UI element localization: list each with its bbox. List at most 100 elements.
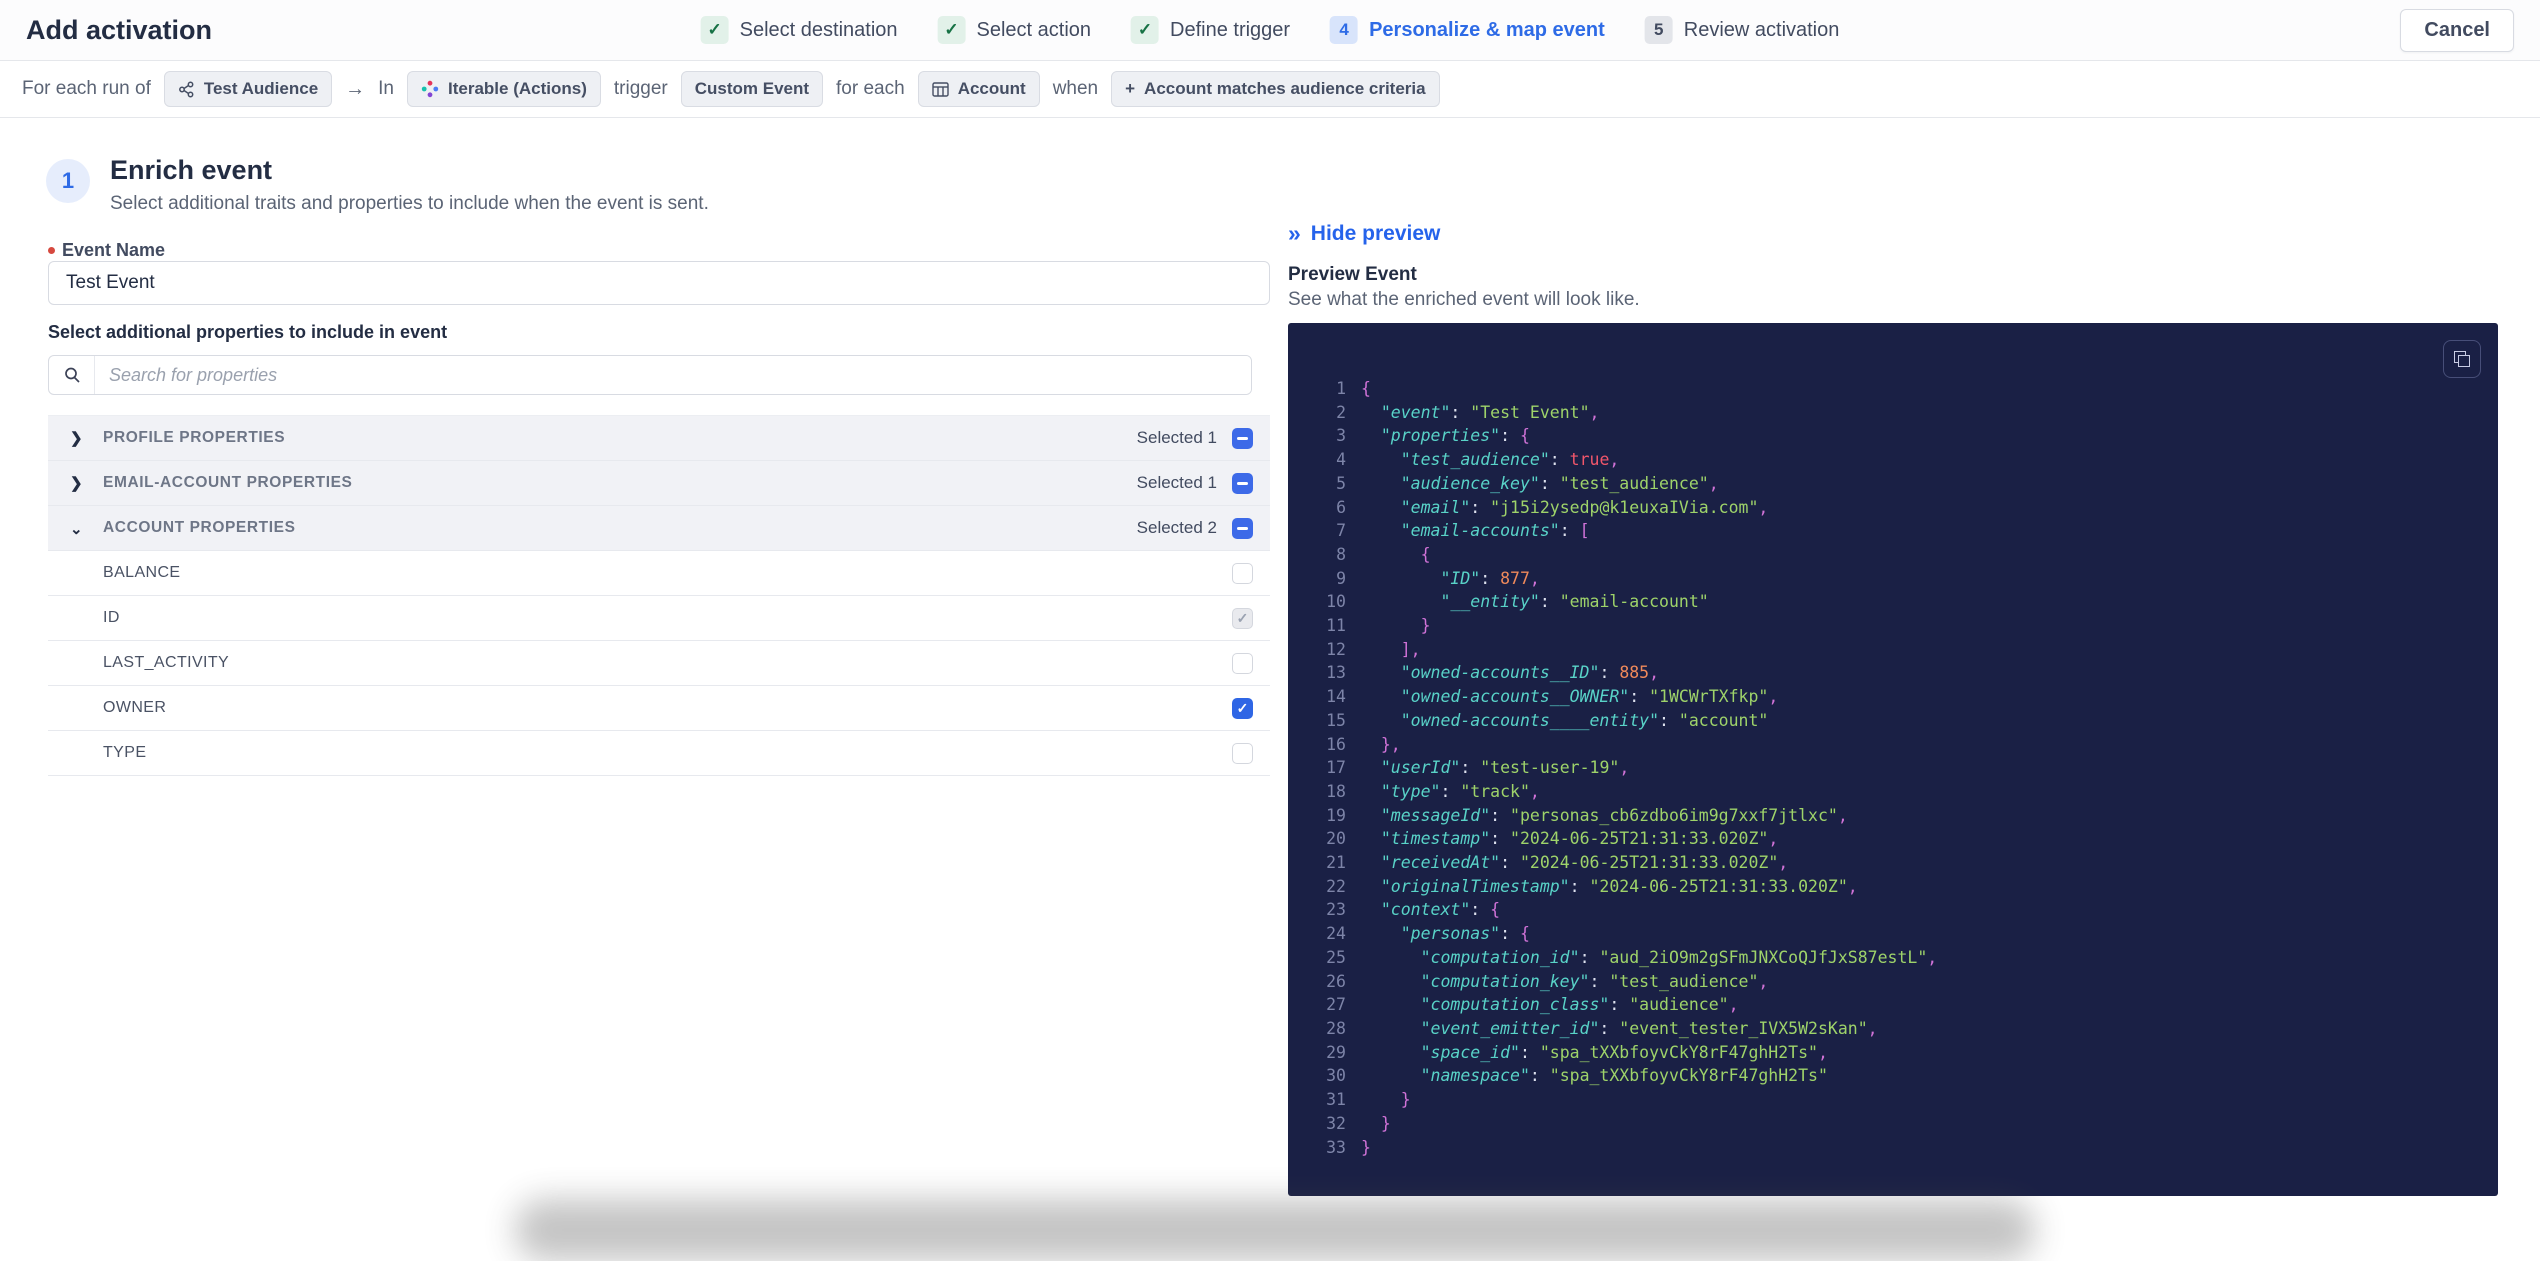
copy-icon — [2454, 351, 2470, 367]
group-label: EMAIL-ACCOUNT PROPERTIES — [103, 474, 353, 492]
event-name-label: Event Name — [48, 240, 165, 261]
code-line: 19 "messageId": "personas_cb6zdbo6im9g7x… — [1310, 804, 2478, 828]
copy-button[interactable] — [2443, 340, 2481, 378]
step-label: Select action — [977, 19, 1092, 42]
code-line: 17 "userId": "test-user-19", — [1310, 756, 2478, 780]
code-line: 6 "email": "j15i2ysedp@k1euxaIVia.com", — [1310, 496, 2478, 520]
search-icon — [49, 356, 95, 394]
check-icon: ✓ — [1131, 16, 1159, 44]
cancel-button[interactable]: Cancel — [2400, 9, 2514, 52]
destination-chip-label: Iterable (Actions) — [448, 79, 587, 99]
code-line: 27 "computation_class": "audience", — [1310, 993, 2478, 1017]
code-line: 4 "test_audience": true, — [1310, 448, 2478, 472]
destination-chip[interactable]: Iterable (Actions) — [407, 71, 601, 107]
code-line: 21 "receivedAt": "2024-06-25T21:31:33.02… — [1310, 851, 2478, 875]
step-label: Review activation — [1684, 19, 1840, 42]
entity-chip[interactable]: Account — [918, 71, 1040, 107]
in-word: In — [378, 78, 394, 100]
event-name-input[interactable] — [48, 261, 1270, 305]
step-number-circle: 1 — [46, 159, 90, 203]
property-checkbox[interactable] — [1232, 743, 1253, 764]
when-word: when — [1053, 78, 1098, 100]
preview-event-subtitle: See what the enriched event will look li… — [1288, 289, 1640, 311]
properties-heading: Select additional properties to include … — [48, 322, 447, 343]
code-line: 32 } — [1310, 1112, 2478, 1136]
event-name-label-text: Event Name — [62, 240, 165, 261]
arrow-icon: → — [345, 78, 365, 101]
group-email-account-properties[interactable]: ❯ EMAIL-ACCOUNT PROPERTIES Selected 1 — [48, 461, 1270, 506]
code-line: 18 "type": "track", — [1310, 780, 2478, 804]
wizard-steps: ✓ Select destination ✓ Select action ✓ D… — [701, 16, 1840, 44]
group-label: PROFILE PROPERTIES — [103, 429, 285, 447]
audience-icon — [178, 81, 195, 98]
code-line: 10 "__entity": "email-account" — [1310, 590, 2478, 614]
bottom-shadow — [515, 1199, 2035, 1261]
event-type-chip-label: Custom Event — [695, 79, 809, 99]
preview-event-title: Preview Event — [1288, 264, 1417, 286]
step-personalize-map-event[interactable]: 4 Personalize & map event — [1330, 16, 1605, 44]
code-line: 13 "owned-accounts__ID": 885, — [1310, 661, 2478, 685]
code-line: 24 "personas": { — [1310, 922, 2478, 946]
criteria-chip-label: Account matches audience criteria — [1144, 79, 1426, 99]
event-type-chip[interactable]: Custom Event — [681, 71, 823, 107]
audience-chip[interactable]: Test Audience — [164, 71, 332, 107]
property-row-balance[interactable]: BALANCE — [48, 551, 1270, 596]
selected-count: Selected 1 — [1137, 428, 1217, 448]
code-line: 30 "namespace": "spa_tXXbfoyvCkY8rF47ghH… — [1310, 1064, 2478, 1088]
step-label: Select destination — [740, 19, 898, 42]
code-line: 7 "email-accounts": [ — [1310, 519, 2478, 543]
code-line: 25 "computation_id": "aud_2iO9m2gSFmJNXC… — [1310, 946, 2478, 970]
enrich-step-header: 1 Enrich event Select additional traits … — [46, 155, 709, 215]
check-icon: ✓ — [938, 16, 966, 44]
group-label: ACCOUNT PROPERTIES — [103, 519, 296, 537]
group-checkbox-indeterminate[interactable] — [1232, 428, 1253, 449]
code-line: 23 "context": { — [1310, 898, 2478, 922]
code-lines: 1{2 "event": "Test Event",3 "properties"… — [1288, 323, 2498, 1159]
step-label: Personalize & map event — [1369, 19, 1605, 42]
check-icon: ✓ — [701, 16, 729, 44]
code-line: 20 "timestamp": "2024-06-25T21:31:33.020… — [1310, 827, 2478, 851]
group-checkbox-indeterminate[interactable] — [1232, 473, 1253, 494]
step-number-badge: 5 — [1645, 16, 1673, 44]
code-line: 22 "originalTimestamp": "2024-06-25T21:3… — [1310, 875, 2478, 899]
criteria-chip[interactable]: + Account matches audience criteria — [1111, 71, 1439, 107]
hide-preview-link[interactable]: » Hide preview — [1288, 220, 1440, 247]
code-line: 12 ], — [1310, 638, 2478, 662]
chevron-down-icon: ⌄ — [70, 520, 90, 538]
property-label: BALANCE — [103, 564, 181, 582]
group-checkbox-indeterminate[interactable] — [1232, 518, 1253, 539]
step-select-destination[interactable]: ✓ Select destination — [701, 16, 898, 44]
code-line: 33} — [1310, 1136, 2478, 1160]
step-select-action[interactable]: ✓ Select action — [938, 16, 1092, 44]
property-row-last-activity[interactable]: LAST_ACTIVITY — [48, 641, 1270, 686]
code-line: 15 "owned-accounts____entity": "account" — [1310, 709, 2478, 733]
iterable-icon — [421, 80, 439, 98]
enrich-title: Enrich event — [110, 155, 709, 186]
group-profile-properties[interactable]: ❯ PROFILE PROPERTIES Selected 1 — [48, 416, 1270, 461]
trigger-summary-bar: For each run of Test Audience → In Itera… — [0, 61, 2540, 118]
step-review-activation[interactable]: 5 Review activation — [1645, 16, 1840, 44]
property-row-id[interactable]: ID — [48, 596, 1270, 641]
page-title: Add activation — [26, 15, 212, 46]
event-json-preview: 1{2 "event": "Test Event",3 "properties"… — [1288, 323, 2498, 1196]
property-checkbox[interactable] — [1232, 563, 1253, 584]
code-line: 9 "ID": 877, — [1310, 567, 2478, 591]
code-line: 28 "event_emitter_id": "event_tester_IVX… — [1310, 1017, 2478, 1041]
property-label: ID — [103, 609, 120, 627]
property-checkbox-checked[interactable] — [1232, 698, 1253, 719]
code-line: 14 "owned-accounts__OWNER": "1WCWrTXfkp"… — [1310, 685, 2478, 709]
property-label: TYPE — [103, 744, 146, 762]
property-checkbox-disabled — [1232, 608, 1253, 629]
required-dot-icon — [48, 247, 55, 254]
property-row-type[interactable]: TYPE — [48, 731, 1270, 776]
code-line: 2 "event": "Test Event", — [1310, 401, 2478, 425]
search-input[interactable] — [95, 356, 1251, 394]
property-row-owner[interactable]: OWNER — [48, 686, 1270, 731]
group-account-properties[interactable]: ⌄ ACCOUNT PROPERTIES Selected 2 — [48, 506, 1270, 551]
property-checkbox[interactable] — [1232, 653, 1253, 674]
step-define-trigger[interactable]: ✓ Define trigger — [1131, 16, 1290, 44]
for-each-word: for each — [836, 78, 905, 100]
plus-icon: + — [1125, 79, 1135, 99]
step-label: Define trigger — [1170, 19, 1290, 42]
code-line: 8 { — [1310, 543, 2478, 567]
